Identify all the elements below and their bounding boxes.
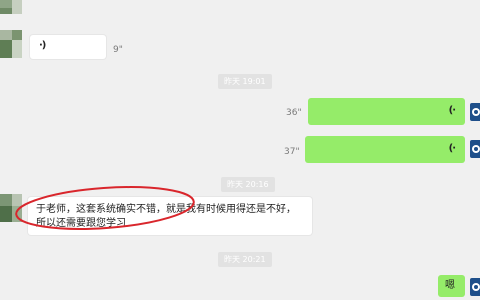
timestamp: 昨天 20:16 [221, 177, 275, 192]
voice-in-icon: ·) [39, 40, 46, 51]
chat-window: ·) 9" 昨天 19:01 36" (· 37" (· 昨天 20:16 于老… [0, 0, 480, 300]
contact-avatar[interactable] [0, 194, 22, 222]
voice-duration: 37" [284, 147, 300, 157]
voice-out-icon: (· [448, 105, 456, 116]
timestamp: 昨天 19:01 [218, 74, 272, 89]
my-avatar[interactable] [470, 103, 480, 121]
voice-out-icon: (· [448, 143, 456, 154]
contact-avatar-top[interactable] [0, 0, 22, 14]
incoming-voice-bubble[interactable]: ·) [30, 35, 106, 59]
outgoing-text-bubble[interactable]: 嗯 [438, 275, 465, 297]
avatar-icon [472, 283, 480, 291]
avatar-icon [472, 108, 480, 116]
message-text: 嗯 [445, 280, 455, 291]
voice-duration: 9" [113, 45, 123, 55]
timestamp: 昨天 20:21 [218, 252, 272, 267]
voice-duration: 36" [286, 108, 302, 118]
message-text-line: 于老师，这套系统确实不错，就是我有时候用得还是不好， [36, 204, 296, 215]
message-text-line: 所以还需要跟您学习 [36, 218, 126, 229]
contact-avatar[interactable] [0, 30, 22, 58]
avatar-icon [472, 145, 480, 153]
incoming-text-bubble[interactable]: 于老师，这套系统确实不错，就是我有时候用得还是不好， 所以还需要跟您学习 [28, 197, 312, 235]
my-avatar[interactable] [470, 140, 480, 158]
outgoing-voice-bubble[interactable]: (· [305, 136, 465, 163]
my-avatar[interactable] [470, 278, 480, 296]
outgoing-voice-bubble[interactable]: (· [308, 98, 465, 125]
